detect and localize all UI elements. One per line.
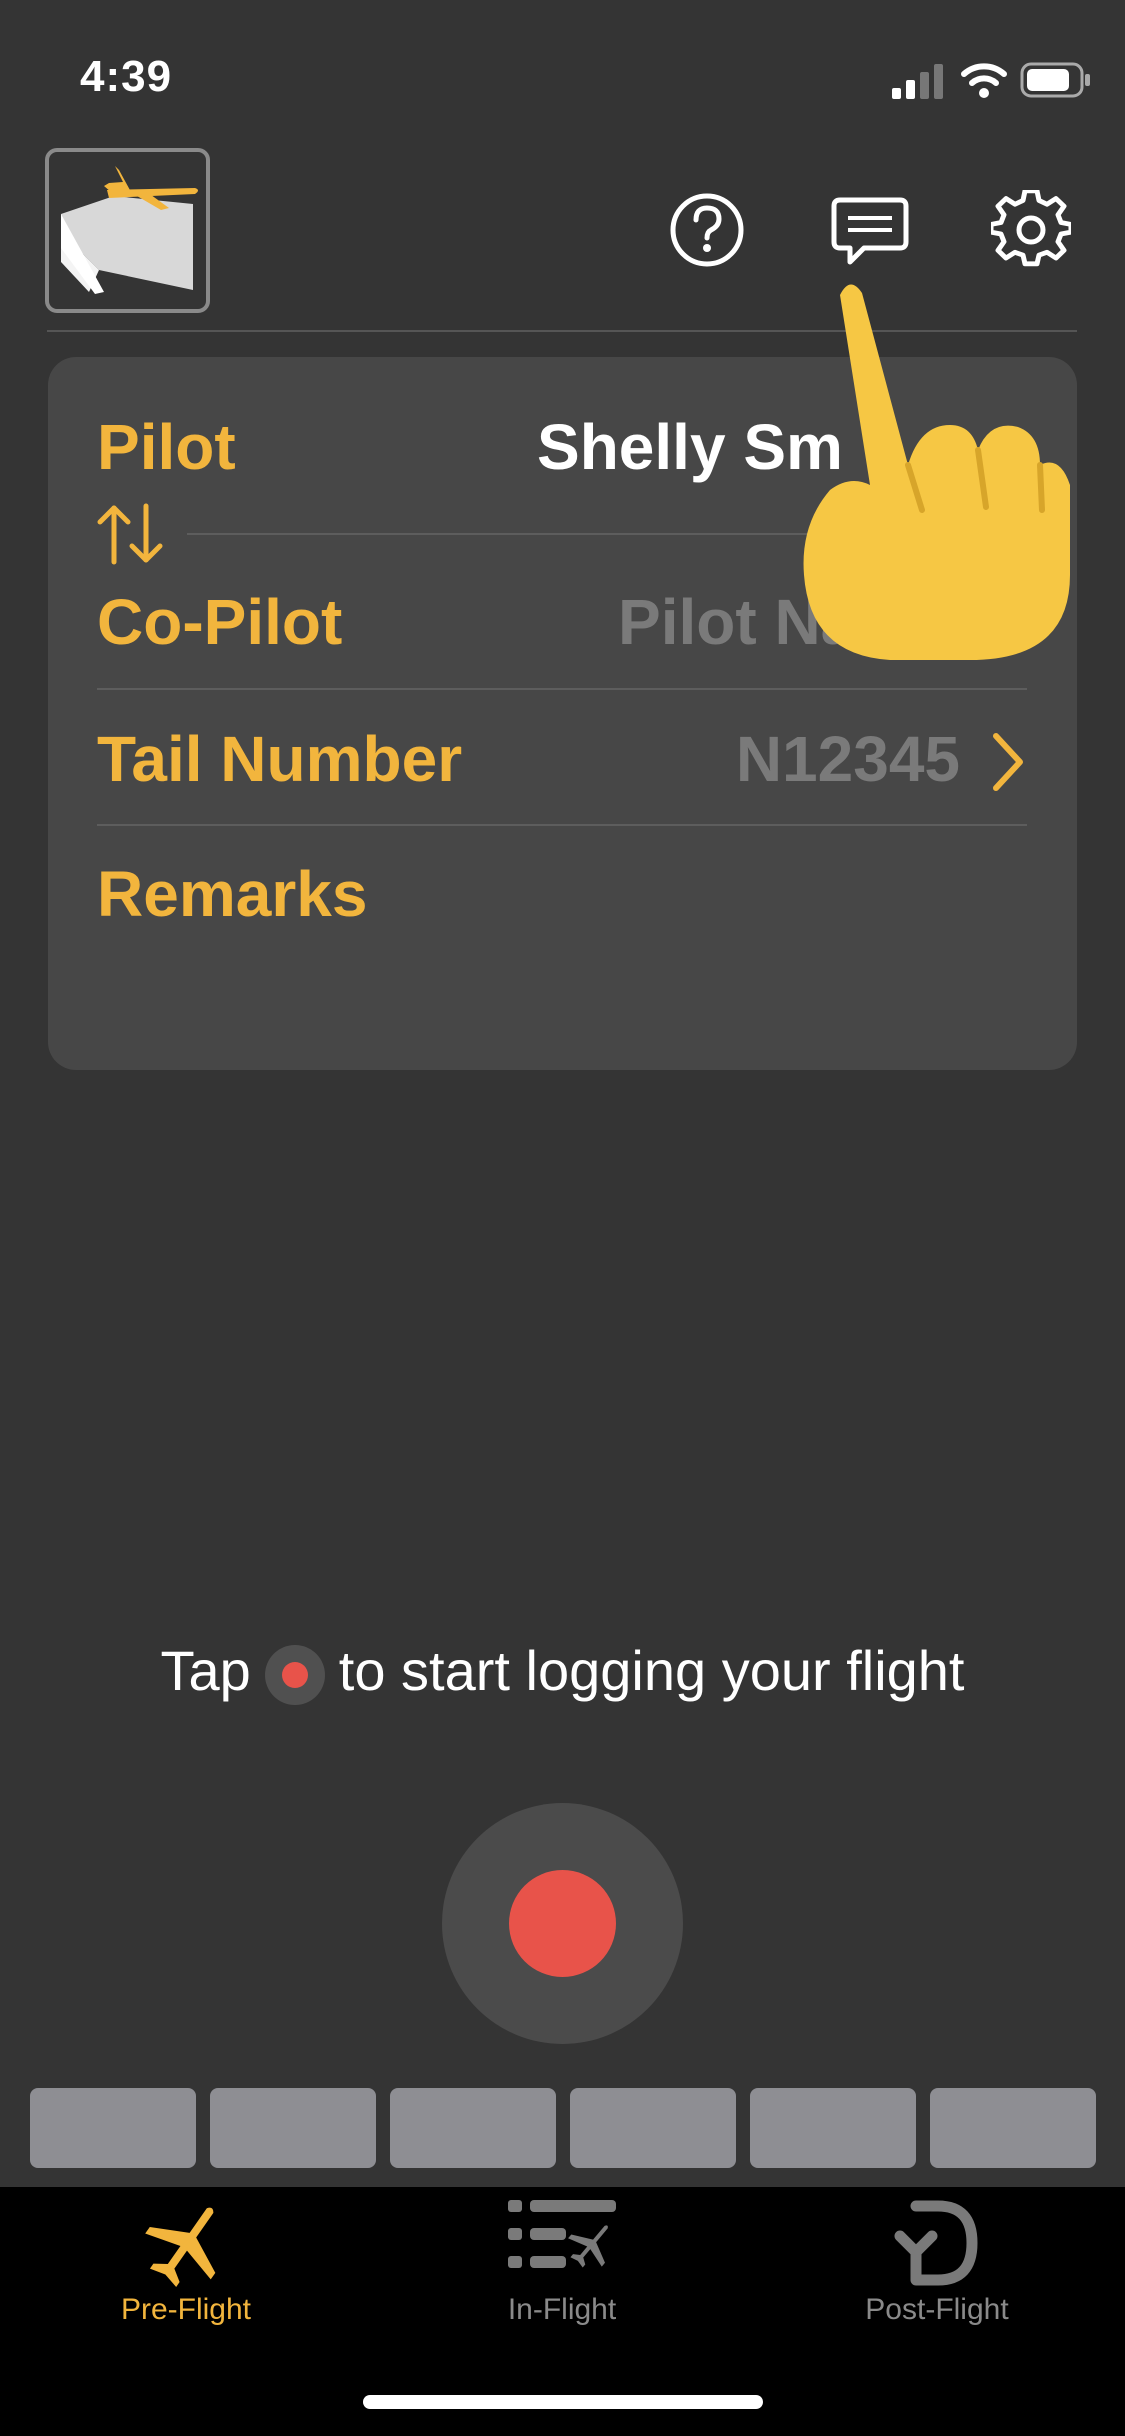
copilot-label: Co-Pilot <box>97 586 343 658</box>
airplane-icon[interactable] <box>138 2197 234 2293</box>
tail-number-label: Tail Number <box>97 723 463 795</box>
app-logo[interactable] <box>45 148 210 313</box>
quick-action-slot[interactable] <box>570 2088 736 2168</box>
logbook-airplane-icon <box>61 166 198 294</box>
row-divider <box>97 688 1027 690</box>
record-dot-icon[interactable] <box>509 1870 616 1977</box>
quick-action-slot[interactable] <box>210 2088 376 2168</box>
hint-tap-text: Tap <box>160 1639 251 1702</box>
battery-icon <box>1020 62 1090 98</box>
status-time: 4:39 <box>80 52 173 101</box>
wifi-icon <box>961 63 1007 98</box>
return-d-icon[interactable] <box>894 2200 978 2286</box>
chevron-right-icon[interactable] <box>990 730 1026 794</box>
speech-bubble-icon[interactable] <box>830 190 910 270</box>
pilot-label: Pilot <box>97 411 236 483</box>
list-airplane-icon[interactable] <box>508 2200 616 2286</box>
tab-in-flight[interactable]: In-Flight <box>412 2293 712 2327</box>
quick-action-slot[interactable] <box>390 2088 556 2168</box>
pointing-hand-icon <box>803 284 1070 660</box>
quick-action-slot[interactable] <box>930 2088 1096 2168</box>
question-circle-icon[interactable] <box>667 190 747 270</box>
row-divider <box>97 824 1027 826</box>
home-indicator[interactable] <box>363 2395 763 2409</box>
tab-post-flight[interactable]: Post-Flight <box>787 2293 1087 2327</box>
gear-icon[interactable] <box>991 190 1071 270</box>
swap-arrows-icon[interactable] <box>94 502 166 566</box>
record-dot-icon <box>264 1645 325 1706</box>
quick-action-slot[interactable] <box>750 2088 916 2168</box>
tab-pre-flight[interactable]: Pre-Flight <box>36 2293 336 2327</box>
remarks-label[interactable]: Remarks <box>97 857 367 931</box>
cellular-signal-icon <box>892 64 943 99</box>
start-logging-hint: Tap to start logging your flight <box>0 1638 1125 1706</box>
quick-action-slot[interactable] <box>30 2088 196 2168</box>
hint-rest-text: to start logging your flight <box>338 1639 965 1702</box>
tail-number-value[interactable]: N12345 <box>640 722 960 796</box>
